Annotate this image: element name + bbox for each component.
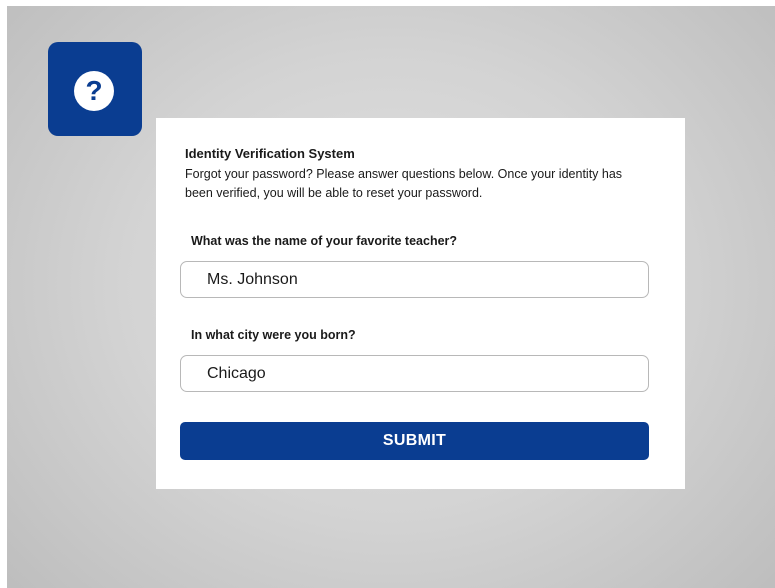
help-tile[interactable]: ? [48,42,142,136]
question-city-label: In what city were you born? [191,328,356,342]
teacher-answer-input[interactable] [180,261,649,298]
question-icon: ? [74,71,114,111]
slide-background: ? Identity Verification System Forgot yo… [7,6,775,588]
submit-button[interactable]: SUBMIT [180,422,649,460]
form-description: Forgot your password? Please answer ques… [185,167,623,200]
verification-form: Identity Verification System Forgot your… [156,118,685,489]
form-title: Identity Verification System [185,146,355,161]
question-teacher-label: What was the name of your favorite teach… [191,234,458,248]
city-answer-input[interactable] [180,355,649,392]
